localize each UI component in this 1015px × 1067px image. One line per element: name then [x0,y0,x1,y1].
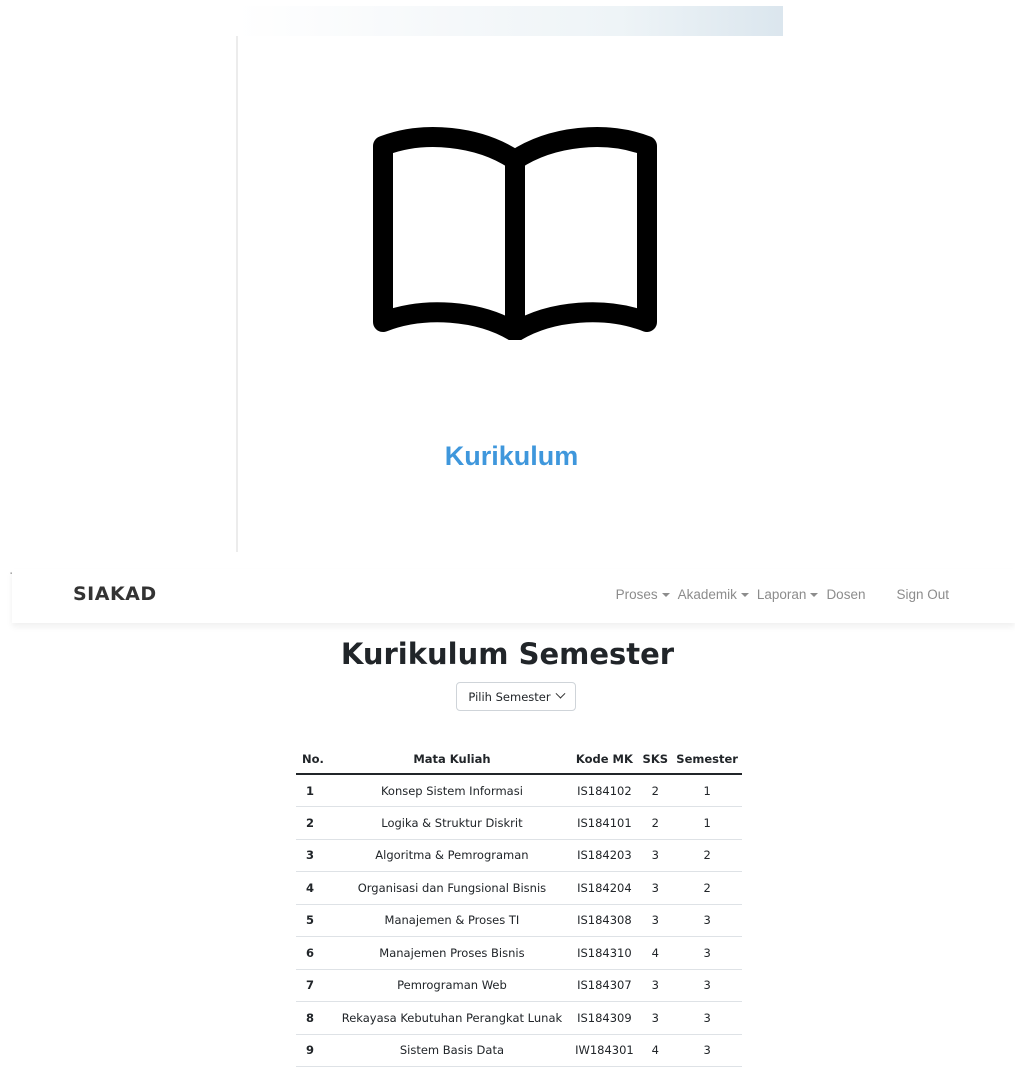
cell-mata-kuliah: Konsep Sistem Informasi [333,774,571,807]
cell-no: 8 [296,1001,334,1035]
cell-kode-mk: IS184307 [570,969,639,1002]
cell-semester: 2 [672,871,742,905]
cell-sks: 4 [638,936,673,970]
header-mata-kuliah: Mata Kuliah [333,744,571,775]
table-row: 2 Logika & Struktur Diskrit IS184101 2 1 [296,806,742,840]
cell-semester: 2 [672,839,742,872]
cell-no: 5 [296,904,334,937]
cell-no: 9 [296,1034,334,1067]
cell-kode-mk: IS184203 [570,839,639,872]
cell-semester: 3 [672,936,742,970]
cell-sks: 2 [638,774,673,807]
caret-down-icon [810,592,819,597]
table-row: 9 Sistem Basis Data IW184301 4 3 [296,1034,742,1067]
cell-sks: 2 [638,806,673,840]
header-kode-mk: Kode MK [570,744,639,775]
cell-no: 4 [296,871,334,905]
chevron-down-icon [555,688,566,699]
cell-mata-kuliah: Pemrograman Web [333,969,571,1002]
cell-sks: 4 [638,1034,673,1067]
cell-mata-kuliah: Manajemen Proses Bisnis [333,936,571,970]
kurikulum-table: No. Mata Kuliah Kode MK SKS Semester 1 K… [296,744,742,1067]
cell-kode-mk: IS184310 [570,936,639,970]
table-row: 7 Pemrograman Web IS184307 3 3 [296,969,742,1002]
nav-label: Sign Out [896,587,949,602]
table-row: 6 Manajemen Proses Bisnis IS184310 4 3 [296,936,742,970]
navbar: SIAKAD Proses Akademik Laporan Dosen Sig… [12,569,1015,623]
cell-no: 6 [296,936,334,970]
cell-kode-mk: IS184308 [570,904,639,937]
kurikulum-card[interactable]: Kurikulum [236,36,783,552]
cell-sks: 3 [638,871,673,905]
table-header-row: No. Mata Kuliah Kode MK SKS Semester [296,744,742,775]
nav-item-laporan[interactable]: Laporan [757,587,819,602]
cell-no: 7 [296,969,334,1002]
kurikulum-label[interactable]: Kurikulum [238,441,785,472]
cell-mata-kuliah: Rekayasa Kebutuhan Perangkat Lunak [333,1001,571,1035]
nav-label: Laporan [756,587,807,602]
table-row: 1 Konsep Sistem Informasi IS184102 2 1 [296,774,742,807]
cell-semester: 3 [672,1001,742,1035]
cell-kode-mk: IW184301 [570,1034,639,1067]
cell-semester: 1 [672,806,742,840]
cell-no: 2 [296,806,334,840]
cell-kode-mk: IS184204 [570,871,639,905]
page-title: Kurikulum Semester [340,637,675,671]
table-row: 5 Manajemen & Proses TI IS184308 3 3 [296,904,742,937]
cell-mata-kuliah: Algoritma & Pemrograman [333,839,571,872]
cell-kode-mk: IS184102 [570,774,639,807]
header-no: No. [296,744,334,775]
open-book-icon [373,127,657,340]
cell-sks: 3 [638,969,673,1002]
table-row: 3 Algoritma & Pemrograman IS184203 3 2 [296,839,742,872]
nav-item-proses[interactable]: Proses [616,587,670,602]
brand-logo[interactable]: SIAKAD [73,583,157,605]
header-semester: Semester [672,744,742,775]
cell-no: 3 [296,839,334,872]
table-row: 4 Organisasi dan Fungsional Bisnis IS184… [296,871,742,905]
table-row: 8 Rekayasa Kebutuhan Perangkat Lunak IS1… [296,1001,742,1035]
nav-label: Dosen [826,587,866,602]
semester-select-label: Pilih Semester [468,689,551,704]
cell-mata-kuliah: Organisasi dan Fungsional Bisnis [333,871,571,905]
cell-mata-kuliah: Sistem Basis Data [333,1034,571,1067]
nav-item-sign-out[interactable]: Sign Out [896,587,949,602]
header-sks: SKS [638,744,673,775]
hero-banner-strip [237,6,783,36]
cell-kode-mk: IS184101 [570,806,639,840]
cell-sks: 3 [638,1001,673,1035]
cell-semester: 3 [672,1034,742,1067]
caret-down-icon [740,592,749,597]
cell-sks: 3 [638,839,673,872]
cell-mata-kuliah: Logika & Struktur Diskrit [333,806,571,840]
nav-menu: Proses Akademik Laporan Dosen Sign Out [616,587,949,602]
cell-no: 1 [296,774,334,807]
nav-label: Akademik [677,587,737,602]
cell-sks: 3 [638,904,673,937]
cell-semester: 3 [672,969,742,1002]
caret-down-icon [661,592,670,597]
cell-kode-mk: IS184309 [570,1001,639,1035]
nav-item-akademik[interactable]: Akademik [678,587,749,602]
semester-select[interactable]: Pilih Semester [456,682,576,711]
cell-mata-kuliah: Manajemen & Proses TI [333,904,571,937]
cell-semester: 1 [672,774,742,807]
nav-label: Proses [615,587,658,602]
cell-semester: 3 [672,904,742,937]
nav-item-dosen[interactable]: Dosen [826,587,865,602]
